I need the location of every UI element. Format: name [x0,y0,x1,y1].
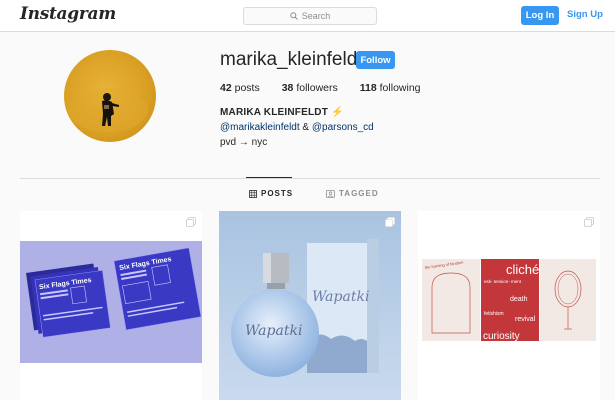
bio-mention-link[interactable]: @parsons_cd [312,122,374,133]
post-thumbnail[interactable]: Wapatki Wapatki [219,211,401,400]
tabs-divider [20,178,600,179]
bio-full-name: MARIKA KLEINFELDT ⚡ [220,107,344,118]
tag-icon [326,189,335,198]
following-stat-label: following [379,82,421,94]
tab-tagged-label: TAGGED [339,189,379,198]
fetishism-text: fetishism [484,311,504,317]
followers-stat-label: followers [296,82,338,94]
follow-button[interactable]: Follow [356,51,395,69]
profile-avatar[interactable] [64,50,156,142]
multi-post-icon [385,217,395,227]
bio-location: pvd → nyc [220,137,268,148]
post-thumbnail[interactable]: Six Flags Times Six Flags Times [20,211,202,400]
multi-post-icon [584,217,594,227]
following-count: 118 [359,82,377,94]
revival-text: revival [515,316,536,323]
tab-tagged[interactable]: TAGGED [326,189,379,198]
cliche-text: cliché [506,262,539,277]
post-image: Wapatki Wapatki [219,211,401,400]
top-navigation-bar: Instagram Search Log In Sign Up [0,0,615,32]
post-thumbnail[interactable]: the framing of fandom cliché esk- tensio… [418,211,600,400]
bio-and-text: & [299,122,312,133]
bottle-brand-text: Wapatki [245,323,302,339]
bio-mention-link[interactable]: @marikakleinfeldt [220,122,300,133]
tab-posts-label: POSTS [261,189,294,198]
instagram-logo[interactable]: Instagram [20,4,116,24]
death-text: death [510,296,528,303]
posts-stat-label: posts [234,82,260,94]
posts-stat: 42 posts [220,82,260,94]
avatar-photo [68,88,148,132]
search-icon [290,12,298,20]
search-input[interactable]: Search [243,7,377,25]
search-placeholder: Search [301,11,331,21]
posts-count: 42 [220,82,232,94]
grid-icon [249,189,257,198]
following-stat[interactable]: 118 following [360,82,421,94]
signup-link[interactable]: Sign Up [567,9,603,20]
login-button[interactable]: Log In [521,6,559,25]
entertainment-text: esk- tension- ment [484,279,522,284]
multi-post-icon [186,217,196,227]
post-image: Six Flags Times Six Flags Times [20,241,202,363]
box-brand-text: Wapatki [312,289,369,305]
post-image: the framing of fandom cliché esk- tensio… [418,211,600,400]
profile-username: marika_kleinfeldt [220,49,363,70]
active-tab-indicator [246,177,292,178]
profile-stats: 42 posts 38 followers 118 following [220,82,443,94]
curiosity-text: curiosity [483,331,520,342]
followers-stat[interactable]: 38 followers [282,82,338,94]
tab-posts[interactable]: POSTS [249,189,293,198]
followers-count: 38 [281,82,294,94]
bio-mentions: @marikakleinfeldt & @parsons_cd [220,122,374,133]
